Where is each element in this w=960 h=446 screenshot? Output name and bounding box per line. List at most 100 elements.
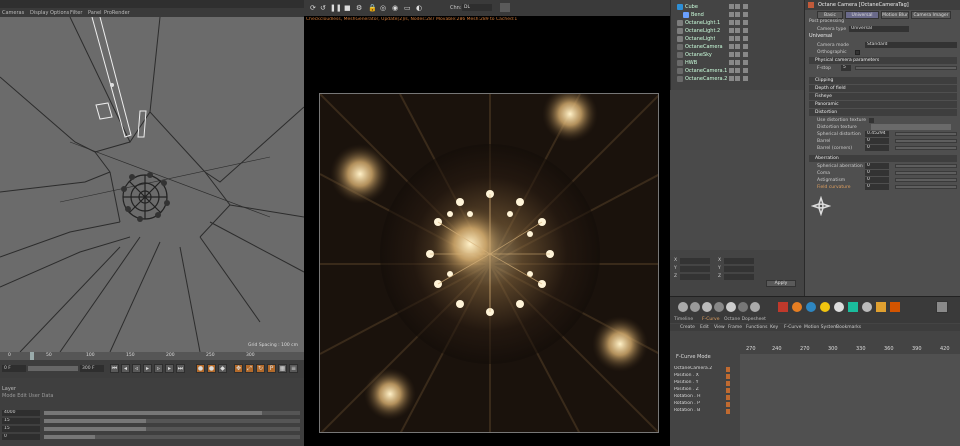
fcurve-track[interactable]: Position . Z [674,387,736,394]
visibility-toggle-icon[interactable] [743,52,748,57]
octane-sky-icon[interactable] [834,302,844,312]
param-slider[interactable]: 0 [2,434,300,440]
object-name[interactable]: OctaneCamera.1 [685,68,727,74]
menu-options[interactable]: Options [50,10,69,16]
menu-frame[interactable]: Frame [728,325,742,330]
menu-edit[interactable]: Edit [700,325,709,330]
visibility-toggle-icon[interactable] [729,20,734,25]
octane-sun-icon[interactable] [792,302,802,312]
keyframe-icon[interactable] [726,395,730,400]
settings-icon[interactable]: ⚙ [356,4,362,12]
fcurve-track[interactable]: Rotation . H [674,394,736,401]
send-scene-icon[interactable]: ⟳ [310,4,316,12]
octane-settings-icon[interactable] [890,302,900,312]
spherical-aberration-slider[interactable] [895,164,957,168]
key-position-button[interactable]: ✥ [234,364,243,373]
size-z[interactable]: Z [718,274,754,280]
play-button[interactable]: ▸ [143,364,152,373]
object-row[interactable]: OctaneCamera [671,43,805,51]
coord-x[interactable]: X [674,258,710,264]
next-key-button[interactable]: ▸ [165,364,174,373]
clay-icon[interactable]: ◐ [416,4,422,12]
object-row[interactable]: OctaneCamera.1 [671,67,805,75]
menu-view[interactable]: View [714,325,725,330]
octane-light-icon[interactable] [806,302,816,312]
tab-universal[interactable]: Universal [845,11,879,19]
visibility-toggle-icon[interactable] [729,44,734,49]
visibility-toggle-icon[interactable] [735,60,740,65]
object-name[interactable]: HWB [685,60,697,66]
go-start-button[interactable]: ⏮ [110,364,119,373]
visibility-toggle-icon[interactable] [743,28,748,33]
barrel-field[interactable]: 0 [865,138,889,144]
param-slider[interactable]: 15 [2,418,300,424]
visibility-toggle-icon[interactable] [743,76,748,81]
visibility-toggle-icon[interactable] [743,12,748,17]
octane-object-icon[interactable] [876,302,886,312]
key-pla-button[interactable]: ▦ [278,364,287,373]
fcurve-track[interactable]: OctaneCamera.2 [674,366,736,373]
visibility-toggle-icon[interactable] [743,60,748,65]
section-fisheye[interactable]: Fisheye [809,93,957,100]
spherical-distortion-field[interactable]: 0.45294 [865,131,889,137]
keyframe-icon[interactable] [726,381,730,386]
visibility-toggle-icon[interactable] [729,52,734,57]
fcurve-track[interactable]: Position . Y [674,380,736,387]
object-row[interactable]: Cube [671,3,805,11]
visibility-toggle-icon[interactable] [735,68,740,73]
material-ball[interactable] [726,302,736,312]
scheme-button[interactable]: ≡ [289,364,298,373]
field-curvature-slider[interactable] [895,185,957,189]
section-distortion[interactable]: Distortion [809,109,957,116]
visibility-toggle-icon[interactable] [729,60,734,65]
visibility-toggle-icon[interactable] [743,36,748,41]
menu-panel[interactable]: Panel [88,10,102,16]
key-rotation-button[interactable]: ↻ [256,364,265,373]
autokey-button[interactable]: ● [207,364,216,373]
section-aberration[interactable]: Aberration [809,155,957,162]
fstop-field[interactable]: 5 [841,65,851,71]
object-row[interactable]: OctaneLight.1 [671,19,805,27]
param-slider[interactable]: 15 [2,426,300,432]
start-frame-field[interactable]: 0 F [2,365,26,372]
keyframe-icon[interactable] [726,374,730,379]
coma-slider[interactable] [895,171,957,175]
menu-prorender[interactable]: ProRender [104,10,130,16]
menu-bookmarks[interactable]: Bookmarks [836,325,861,330]
section-clipping[interactable]: Clipping [809,77,957,84]
visibility-toggle-icon[interactable] [729,12,734,17]
visibility-toggle-icon[interactable] [743,68,748,73]
object-name[interactable]: OctaneSky [685,52,712,58]
key-scale-button[interactable]: ⤢ [245,364,254,373]
visibility-toggle-icon[interactable] [735,36,740,41]
fcurve-track[interactable]: Rotation . P [674,401,736,408]
material-ball[interactable] [738,302,748,312]
object-name[interactable]: Bend [691,12,704,18]
menu-display[interactable]: Display [30,10,48,16]
apply-button[interactable]: Apply [766,280,796,287]
playhead[interactable] [30,352,34,360]
section-panoramic[interactable]: Panoramic [809,101,957,108]
fstop-slider[interactable] [855,66,957,70]
keyframe-icon[interactable] [726,367,730,372]
prev-key-button[interactable]: ◂ [121,364,130,373]
tab-timeline[interactable]: Timeline [674,317,693,322]
visibility-toggle-icon[interactable] [743,20,748,25]
visibility-toggle-icon[interactable] [735,4,740,9]
object-row[interactable]: OctaneSky [671,51,805,59]
visibility-toggle-icon[interactable] [729,28,734,33]
material-ball[interactable] [690,302,700,312]
color-picker-icon[interactable] [500,3,510,12]
material-ball[interactable] [750,302,760,312]
object-name[interactable]: OctaneLight.2 [685,28,720,34]
object-row[interactable]: OctaneLight [671,35,805,43]
lock-icon[interactable]: 🔒 [368,4,377,12]
menu-key[interactable]: Key [770,325,778,330]
object-name[interactable]: OctaneCamera [685,44,723,50]
channel-dropdown[interactable]: DL [462,4,492,11]
section-physical-camera[interactable]: Physical camera parameters [809,57,957,64]
object-row[interactable]: OctaneCamera.2 [671,75,805,83]
object-row[interactable]: OctaneLight.2 [671,27,805,35]
pause-icon[interactable]: ❚❚ [330,4,342,12]
tab-basic[interactable]: Basic [817,11,843,19]
